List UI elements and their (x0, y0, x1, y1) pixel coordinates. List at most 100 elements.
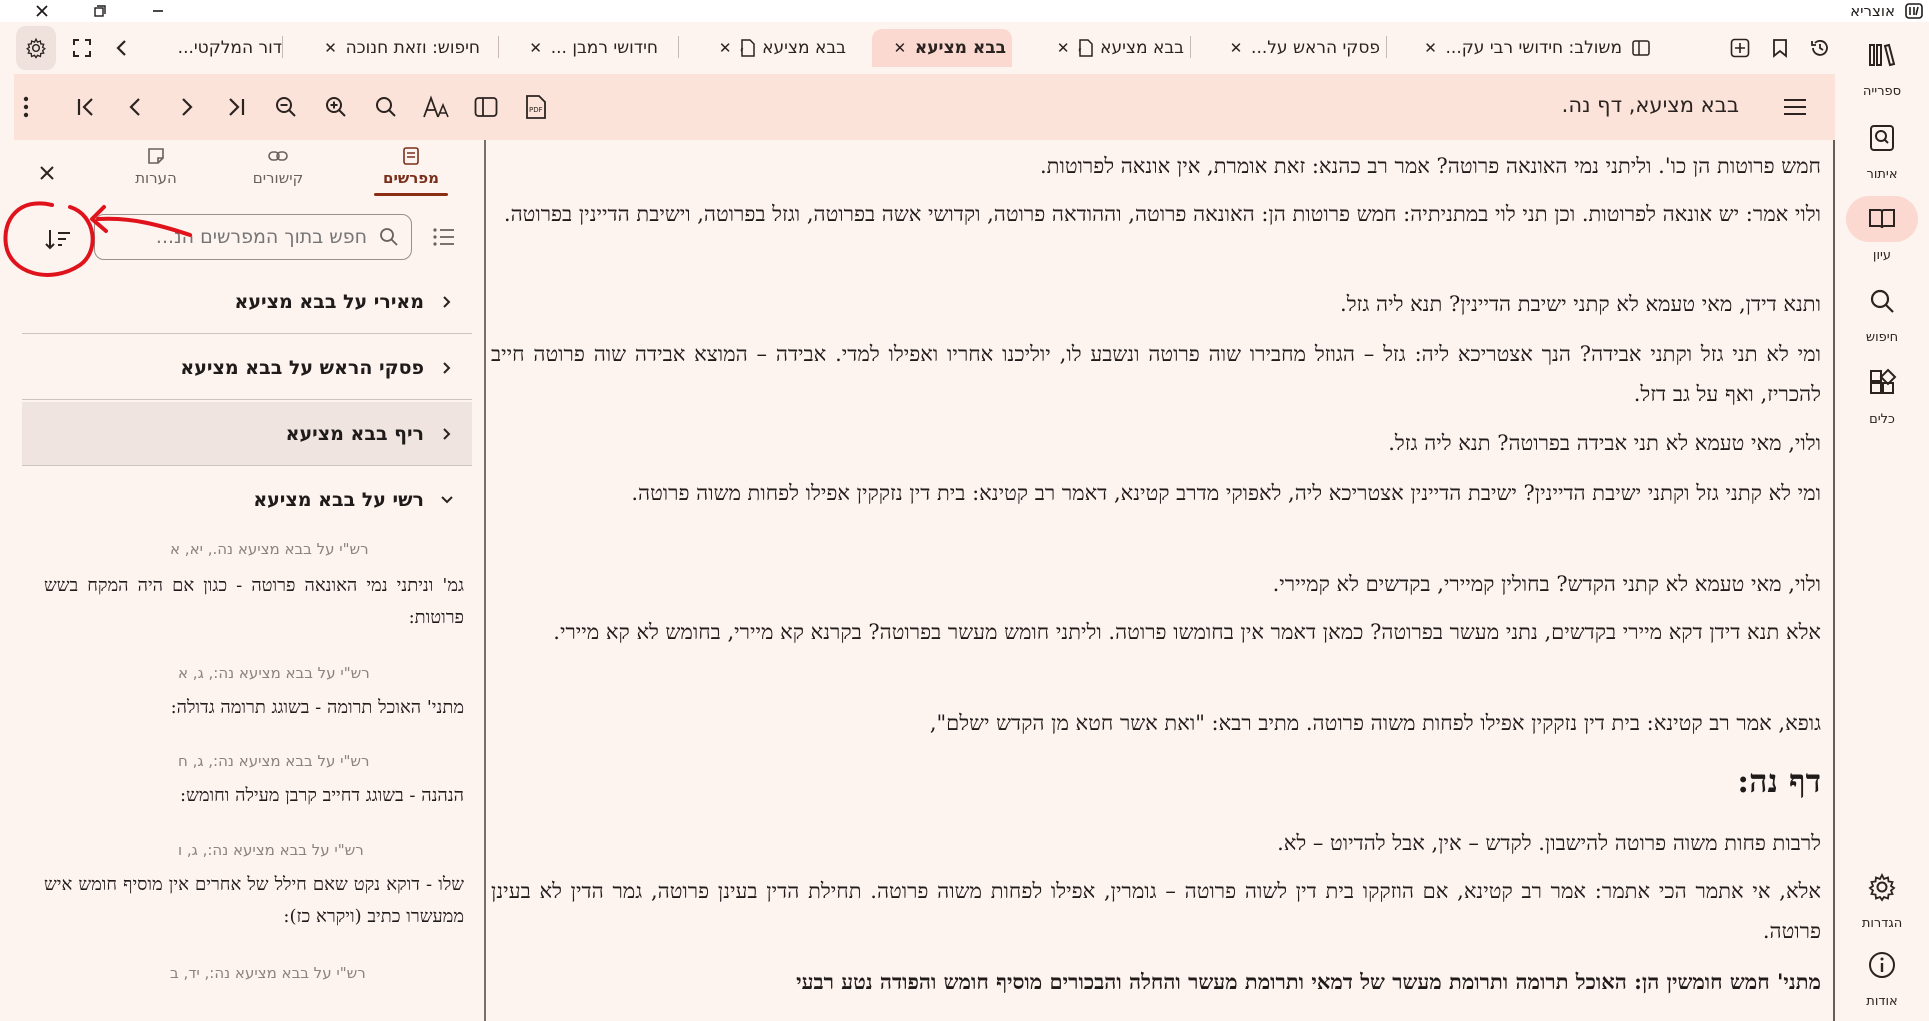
commentary-row-meiri[interactable]: מאירי על בבא מציעא (22, 270, 472, 334)
rail-item-settings[interactable]: הגדרות (1844, 864, 1920, 931)
entry-text[interactable]: שלו - דוקא נקט שאם חילל של אחרים אין מוס… (44, 869, 464, 933)
tab-close-button[interactable]: ✕ (891, 39, 909, 57)
rail-item-find[interactable]: איתור (1844, 115, 1920, 182)
more-vertical-icon (23, 96, 29, 118)
tab-notes[interactable]: הערות (101, 146, 211, 196)
tab-label: חידושי רמבן ... (550, 38, 658, 58)
last-page-button[interactable] (220, 91, 252, 123)
toggle-side-panel-button[interactable] (470, 91, 502, 123)
next-page-button[interactable] (170, 91, 202, 123)
zoom-out-button[interactable] (270, 91, 302, 123)
text-paragraph[interactable]: חמש פרוטות הן כו'. וליתני נמי האונאה פרו… (491, 146, 1821, 186)
font-settings-button[interactable] (420, 91, 452, 123)
tab-close-button[interactable]: ✕ (527, 39, 545, 57)
rail-item-library[interactable]: ספרייה (1844, 32, 1920, 99)
minimize-icon (153, 10, 163, 12)
text-paragraph[interactable]: ותנא דידן, מאי טעמא לא קתני ישיבת הדייני… (491, 284, 1821, 324)
tab-close-button[interactable]: ✕ (322, 39, 340, 57)
chevron-right-icon (432, 427, 462, 441)
commentaries-panel: הערות קישורים מפרשים מאירי על בבא מציעא … (14, 140, 486, 1021)
entry-text[interactable]: הנהנה - בשוגג דחייב קרבן מעילה וחומש: (44, 780, 464, 812)
sort-button[interactable] (42, 226, 72, 254)
new-tab-button[interactable] (1726, 34, 1754, 62)
commentary-search-field[interactable] (94, 214, 412, 260)
sort-icon (45, 230, 70, 250)
tab-bava-metzia-pdf-2[interactable]: בבא מציעא PDF ✕ (1030, 29, 1190, 67)
commentary-row-rif[interactable]: ריף בבא מציעא (22, 402, 472, 466)
text-paragraph[interactable]: ולוי, מאי טעמא לא קתני הקדש? בחולין קמיי… (491, 564, 1821, 604)
pdf-icon: PDF (1078, 39, 1093, 57)
document-title: בבא מציעא, דף נה. (1561, 93, 1739, 117)
previous-page-button[interactable] (120, 91, 152, 123)
entry-text[interactable]: מתני' האוכל תרומה - בשוגג תרומה גדולה: (44, 692, 464, 724)
tabs-settings-button[interactable] (16, 26, 56, 70)
fullscreen-icon (73, 39, 91, 57)
text-paragraph[interactable]: ומי לא קתני גזל וקתני ישיבת הדיינין? ישי… (491, 473, 1821, 513)
first-page-button[interactable] (70, 91, 102, 123)
text-paragraph[interactable]: ולוי אמר: יש אונאה לפרוטות. וכן תני לוי … (491, 194, 1821, 234)
zoom-in-button[interactable] (320, 91, 352, 123)
pdf-icon: PDF (740, 39, 755, 57)
search-in-text-button[interactable] (370, 91, 402, 123)
tab-label: הערות (135, 169, 177, 187)
entry-reference: רש"י על בבא מציעא נה., יא, א (170, 540, 369, 558)
commentary-row-rashi[interactable]: רשי על בבא מציעא (22, 468, 472, 532)
tab-bar: דור המלקטי... חיפוש: וזאת חנוכה ✕ חידושי… (14, 22, 1835, 74)
tab-piskei-harosh[interactable]: פסקי הראש על... ✕ (1210, 29, 1386, 67)
chevron-right-icon (182, 98, 193, 116)
text-paragraph[interactable]: ומי לא תני גזל וקתני אבידה? הנך אצטריכא … (491, 334, 1821, 414)
text-paragraph[interactable]: לרבות פחות משוה פרוטה להישבון. לקדש – אי… (491, 823, 1821, 863)
tab-chiddushei-ramban[interactable]: חידושי רמבן ... ✕ (510, 29, 664, 67)
text-paragraph[interactable]: גופא, אמר רב קטינא: בית דין נזקקין אפילו… (491, 703, 1821, 743)
tab-close-button[interactable]: ✕ (1054, 39, 1072, 57)
open-pdf-button[interactable]: PDF (520, 91, 552, 123)
text-paragraph[interactable]: אלא, אי אתמר הכי אתמר: אמר רב קטינא, אם … (491, 871, 1821, 951)
tab-bava-metzia-active[interactable]: בבא מציעא ✕ (872, 29, 1012, 67)
rail-label-settings: הגדרות (1861, 916, 1903, 931)
tab-commentaries[interactable]: מפרשים (356, 146, 466, 196)
commentary-list-button[interactable] (432, 226, 460, 254)
tab-bava-metzia-pdf-1[interactable]: בבא מציעא PDF ✕ (692, 29, 852, 67)
text-paragraph[interactable]: אלא תנא דידן דקא מיירי בקדשים, נתני מעשר… (491, 612, 1821, 652)
rail-item-search[interactable]: חיפוש (1844, 278, 1920, 345)
text-paragraph[interactable]: ולוי, מאי טעמא לא תני אבידה בפרוטה? תנא … (491, 423, 1821, 463)
tab-separator (678, 36, 679, 58)
note-icon (148, 148, 164, 164)
tab-close-button[interactable]: ✕ (1422, 39, 1440, 57)
restore-window-button[interactable] (80, 0, 120, 22)
library-icon (1869, 43, 1896, 67)
history-button[interactable] (1806, 34, 1834, 62)
tab-combined[interactable]: משולב: חידושי רבי עק... ✕ (1402, 29, 1650, 67)
text-paragraph[interactable]: מתני' חמש חומשין הן: האוכל תרומה ותרומת … (491, 962, 1821, 1002)
menu-icon (1784, 99, 1806, 115)
rail-item-tools[interactable]: כלים (1844, 360, 1920, 427)
tab-close-button[interactable]: ✕ (716, 39, 734, 57)
tab-links[interactable]: קישורים (223, 146, 333, 196)
rail-item-about[interactable]: אודות (1844, 942, 1920, 1009)
link-icon (268, 151, 288, 161)
commentary-row-piskei-harosh[interactable]: פסקי הראש על בבא מציעא (22, 336, 472, 400)
tab-dor-hamelaktim[interactable]: דור המלקטי... (136, 29, 288, 67)
tab-label: דור המלקטי... (177, 38, 282, 58)
commentary-name: פסקי הראש על בבא מציעא (180, 356, 424, 379)
text-divider (1833, 140, 1835, 1021)
more-options-button[interactable] (18, 91, 34, 123)
search-icon (1870, 289, 1894, 313)
chevron-right-icon (432, 295, 462, 309)
first-page-icon (77, 98, 93, 116)
close-window-button[interactable] (22, 0, 62, 22)
close-panel-button[interactable] (34, 160, 60, 186)
tab-close-button[interactable]: ✕ (1227, 39, 1245, 57)
bookmark-button[interactable] (1766, 34, 1794, 62)
tabs-scroll-left-button[interactable] (108, 34, 136, 62)
fullscreen-button[interactable] (68, 34, 96, 62)
chevron-down-icon (432, 495, 462, 505)
commentary-search-input[interactable] (107, 225, 367, 249)
tab-search-chanukah[interactable]: חיפוש: וזאת חנוכה ✕ (300, 29, 486, 67)
rail-item-study[interactable]: עיון (1844, 196, 1920, 263)
entry-text[interactable]: גמ' וניתני נמי האונאה פרוטה - כגון אם הי… (44, 570, 464, 634)
restore-icon (94, 5, 106, 17)
minimize-window-button[interactable] (138, 0, 178, 22)
font-size-icon (423, 95, 449, 118)
table-of-contents-button[interactable] (1779, 91, 1811, 123)
